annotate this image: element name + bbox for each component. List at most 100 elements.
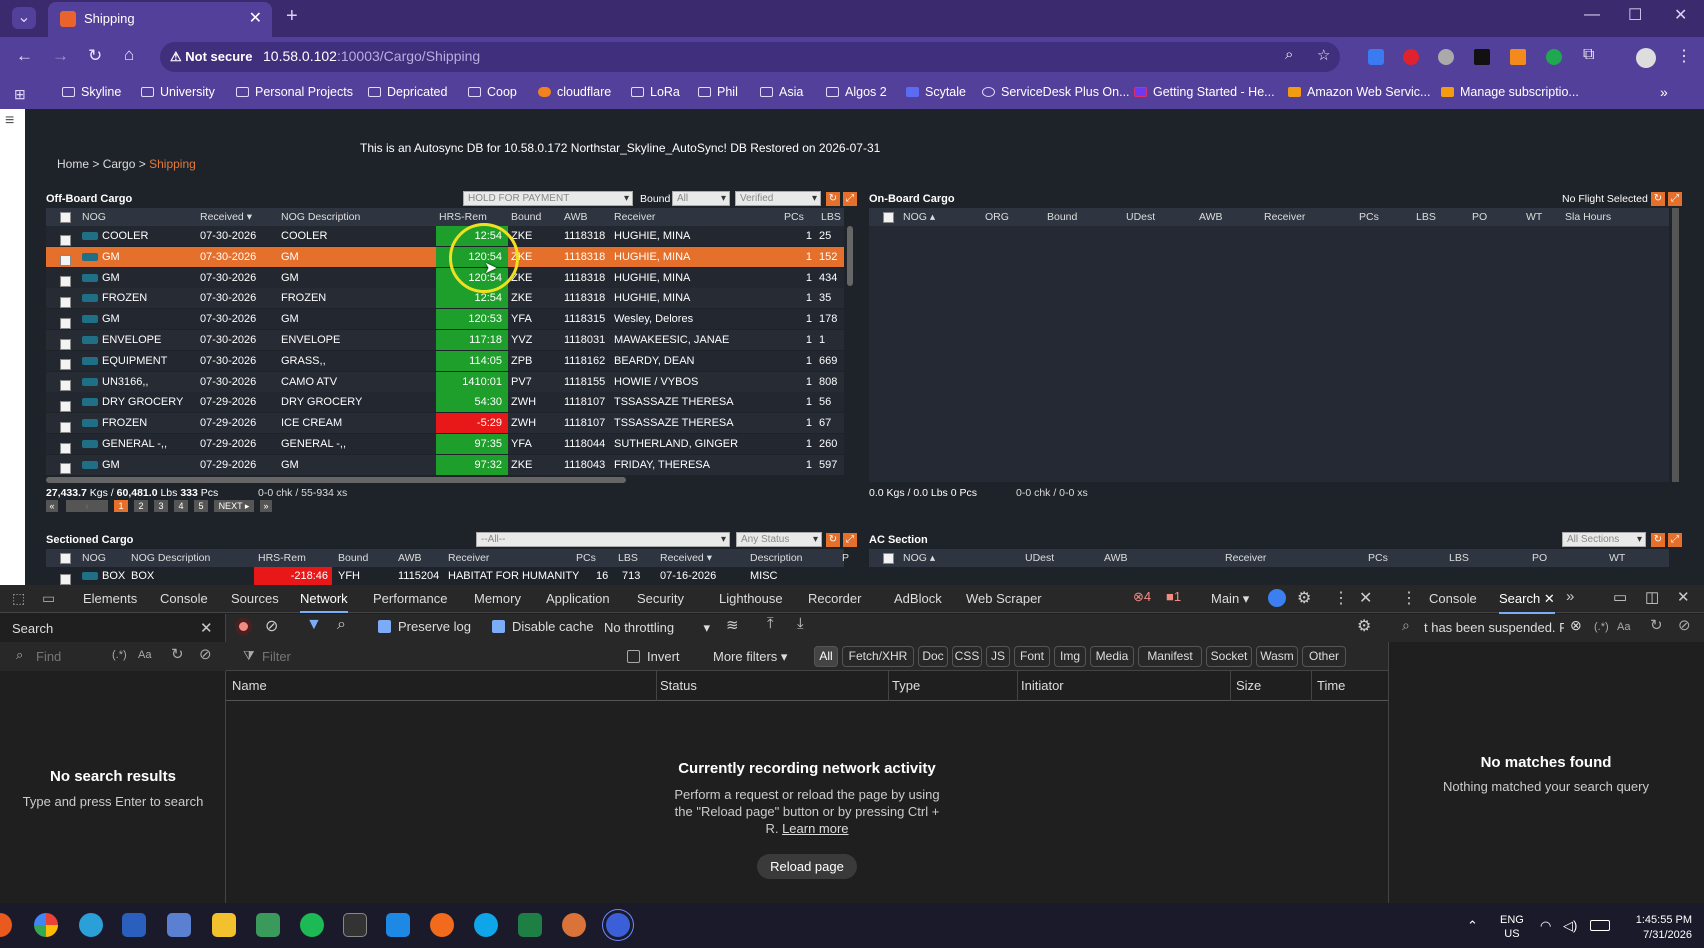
row-checkbox[interactable] — [60, 296, 71, 308]
forward-icon[interactable]: → — [52, 46, 69, 66]
tab-lighthouse[interactable]: Lighthouse — [719, 591, 783, 606]
col-description[interactable]: Description — [750, 549, 803, 567]
col-type[interactable]: Type — [892, 678, 920, 693]
col-receiver[interactable]: Receiver — [448, 549, 489, 567]
col-nog[interactable]: NOG — [82, 549, 106, 567]
app-terminal-icon[interactable] — [343, 913, 367, 937]
find-input[interactable] — [36, 646, 106, 666]
verified-select[interactable]: Verified — [735, 191, 821, 206]
device-toolbar-icon[interactable]: ▭ — [42, 590, 55, 607]
type-filter-socket[interactable]: Socket — [1206, 646, 1252, 667]
type-filter-other[interactable]: Other — [1302, 646, 1346, 667]
bookmark-depricated[interactable]: Depricated — [368, 85, 447, 99]
col-bound[interactable]: Bound — [511, 208, 541, 226]
tab-recorder[interactable]: Recorder — [808, 591, 861, 606]
app-notepad-icon[interactable] — [256, 913, 280, 937]
app-photos-icon[interactable] — [386, 913, 410, 937]
maximize-icon[interactable]: ☐ — [1628, 5, 1642, 25]
page-4-button[interactable]: 4 — [174, 500, 188, 512]
type-filter-wasm[interactable]: Wasm — [1256, 646, 1298, 667]
drawer-search-input[interactable]: t has been suspended. P — [1424, 620, 1564, 638]
app-files-icon[interactable] — [167, 913, 191, 937]
refresh-icon[interactable]: ↻ — [1651, 533, 1665, 547]
col-initiator[interactable]: Initiator — [1021, 678, 1064, 693]
app-explorer-icon[interactable] — [212, 913, 236, 937]
close-window-icon[interactable]: ✕ — [1674, 5, 1687, 25]
record-icon[interactable] — [235, 618, 252, 635]
app-vpn-icon[interactable] — [474, 913, 498, 937]
back-icon[interactable]: ← — [16, 46, 33, 66]
tab-console[interactable]: Console — [160, 591, 208, 606]
bookmark-star-icon[interactable]: ☆ — [1317, 46, 1330, 64]
all-sections-select[interactable]: All Sections — [1562, 532, 1646, 547]
col-hrs-rem[interactable]: HRS-Rem — [258, 549, 306, 567]
app-word-icon[interactable] — [122, 913, 146, 937]
more-filters-button[interactable]: More filters ▾ — [713, 649, 787, 665]
col-nog[interactable]: NOG ▴ — [903, 208, 935, 226]
minimize-icon[interactable]: — — [1584, 6, 1600, 24]
col-time[interactable]: Time — [1317, 678, 1345, 693]
reload-page-button[interactable]: Reload page — [757, 854, 857, 879]
select-all-checkbox[interactable] — [883, 211, 894, 223]
sync-icon[interactable] — [1268, 589, 1286, 607]
type-filter-font[interactable]: Font — [1014, 646, 1050, 667]
col-lbs[interactable]: LBS — [1449, 549, 1469, 567]
crumb-cargo[interactable]: Cargo — [103, 157, 136, 171]
warning-count[interactable]: ■1 — [1166, 589, 1181, 604]
col-bound[interactable]: Bound — [338, 549, 368, 567]
drawer-menu-icon[interactable]: ⋮ — [1401, 588, 1417, 608]
col-po[interactable]: PO — [1472, 208, 1487, 226]
zoom-icon[interactable]: ⌕ — [1285, 46, 1293, 63]
context-select[interactable]: Main ▾ — [1211, 591, 1249, 607]
type-filter-fetchxhr[interactable]: Fetch/XHR — [842, 646, 914, 667]
col-pcs[interactable]: PCs — [1368, 549, 1388, 567]
bookmark-manage-subscription[interactable]: Manage subscriptio... — [1441, 85, 1579, 99]
drawer-tab-console[interactable]: Console — [1429, 591, 1477, 606]
row-checkbox[interactable] — [60, 338, 71, 350]
clock[interactable]: 1:45:55 PM 7/31/2026 — [1620, 913, 1692, 943]
col-bound[interactable]: Bound — [1047, 208, 1077, 226]
select-all-checkbox[interactable] — [60, 552, 71, 564]
reload-icon[interactable]: ↻ — [88, 46, 102, 66]
hold-filter-select[interactable]: HOLD FOR PAYMENT — [463, 191, 633, 206]
col-sla-hours[interactable]: Sla Hours — [1565, 208, 1611, 226]
type-filter-all[interactable]: All — [814, 646, 838, 667]
learn-more-link[interactable]: Learn more — [782, 821, 848, 836]
extensions-puzzle-icon[interactable]: ⧉ — [1583, 46, 1594, 64]
col-received[interactable]: Received ▾ — [660, 549, 712, 567]
tab-sources[interactable]: Sources — [231, 591, 279, 606]
refresh-icon[interactable]: ↻ — [1651, 192, 1665, 206]
devtools-menu-icon[interactable]: ⋮ — [1333, 588, 1349, 608]
app-postman-icon[interactable] — [430, 913, 454, 937]
close-search-icon[interactable]: ✕ — [200, 619, 213, 637]
network-settings-icon[interactable]: ⚙ — [1357, 616, 1371, 636]
table-row[interactable]: COOLER 07-30-2026 COOLER ZKE 1118318 HUGHIE, … — [46, 226, 844, 246]
language-indicator[interactable]: ENG US — [1500, 913, 1524, 941]
bookmark-skyline[interactable]: Skyline — [62, 85, 121, 99]
invert-checkbox[interactable] — [627, 650, 640, 663]
app-chrome-icon[interactable] — [34, 913, 58, 937]
settings-gear-icon[interactable]: ⚙ — [1297, 588, 1311, 608]
col-receiver[interactable]: Receiver — [1225, 549, 1266, 567]
extension-terminal-icon[interactable] — [1474, 49, 1490, 65]
col-status[interactable]: Status — [660, 678, 697, 693]
table-row[interactable]: GENERAL -,, 07-29-2026 GENERAL -,, YFA 11180… — [46, 434, 844, 454]
tab-web-scraper[interactable]: Web Scraper — [966, 591, 1042, 606]
page-5-button[interactable]: 5 — [194, 500, 208, 512]
tab-application[interactable]: Application — [546, 591, 610, 606]
type-filter-img[interactable]: Img — [1054, 646, 1086, 667]
bookmark-aws[interactable]: Amazon Web Servic... — [1288, 85, 1430, 99]
bound-select[interactable]: All — [672, 191, 730, 206]
col-name[interactable]: Name — [232, 678, 267, 693]
extension-red-icon[interactable] — [1403, 49, 1419, 65]
col-lbs[interactable]: LBS — [618, 549, 638, 567]
col-udest[interactable]: UDest — [1025, 549, 1054, 567]
table-row[interactable]: BOX BOX -218:46 YFH 1115204 HABITAT FOR … — [46, 567, 844, 585]
tab-network[interactable]: Network — [300, 591, 348, 613]
table-row[interactable]: FROZEN 07-29-2026 ICE CREAM ZWH 1118107 TSSAS… — [46, 413, 844, 434]
first-page-icon[interactable]: « — [46, 500, 58, 512]
home-icon[interactable]: ⌂ — [124, 45, 134, 65]
tray-overflow-icon[interactable]: ⌃ — [1467, 918, 1478, 934]
col-awb[interactable]: AWB — [398, 549, 422, 567]
row-checkbox[interactable] — [60, 234, 71, 246]
